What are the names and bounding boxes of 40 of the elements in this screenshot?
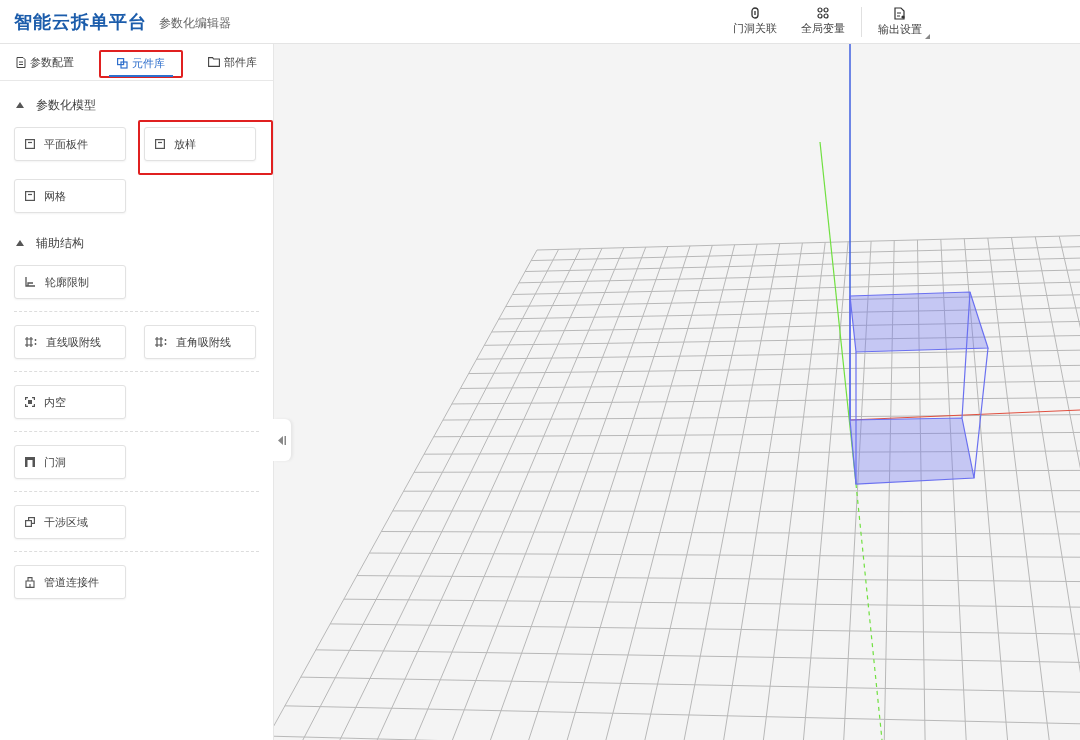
focus-icon [25,397,35,407]
grid-icon [817,7,829,19]
panel-icon [25,191,35,201]
component-card[interactable]: 管道连接件 [14,565,126,599]
collapse-icon [278,435,286,445]
panel-icon [155,139,165,149]
component-card[interactable]: 直线吸附线 [14,325,126,359]
folder-icon [208,57,220,67]
overlap-icon [25,517,35,527]
component-card[interactable]: 干涉区域 [14,505,126,539]
app-title: 智能云拆单平台 [14,9,147,34]
tab[interactable]: 元件库 [109,51,173,77]
copy-icon [117,57,128,69]
tab[interactable]: 部件库 [200,44,265,80]
panel-icon [25,139,35,149]
document-icon [894,6,906,20]
collapse-icon [16,102,24,108]
document-icon [16,56,26,68]
snap-line-icon [155,337,167,347]
door-icon [25,457,35,467]
component-card[interactable]: 网格 [14,179,126,213]
tab[interactable]: 参数配置 [8,44,82,80]
section-header[interactable]: 辅助结构 [14,229,86,257]
component-card[interactable]: 平面板件 [14,127,126,161]
toolbar-button[interactable]: 全局变量 [789,4,857,39]
link-icon [750,7,760,19]
component-card[interactable]: 放样 [144,127,256,161]
toolbar-button[interactable]: 输出设置 [866,3,934,40]
component-card[interactable]: 门洞 [14,445,126,479]
toolbar-button[interactable]: 门洞关联 [721,4,789,39]
snap-line-icon [25,337,37,347]
corner-icon [25,277,36,287]
component-card[interactable]: 轮廓限制 [14,265,126,299]
section-header[interactable]: 参数化模型 [14,91,98,119]
component-card[interactable]: 内空 [14,385,126,419]
connector-icon [25,576,35,588]
app-subtitle: 参数化编辑器 [159,14,231,32]
component-card[interactable]: 直角吸附线 [144,325,256,359]
collapse-handle[interactable] [273,419,291,461]
collapse-icon [16,240,24,246]
